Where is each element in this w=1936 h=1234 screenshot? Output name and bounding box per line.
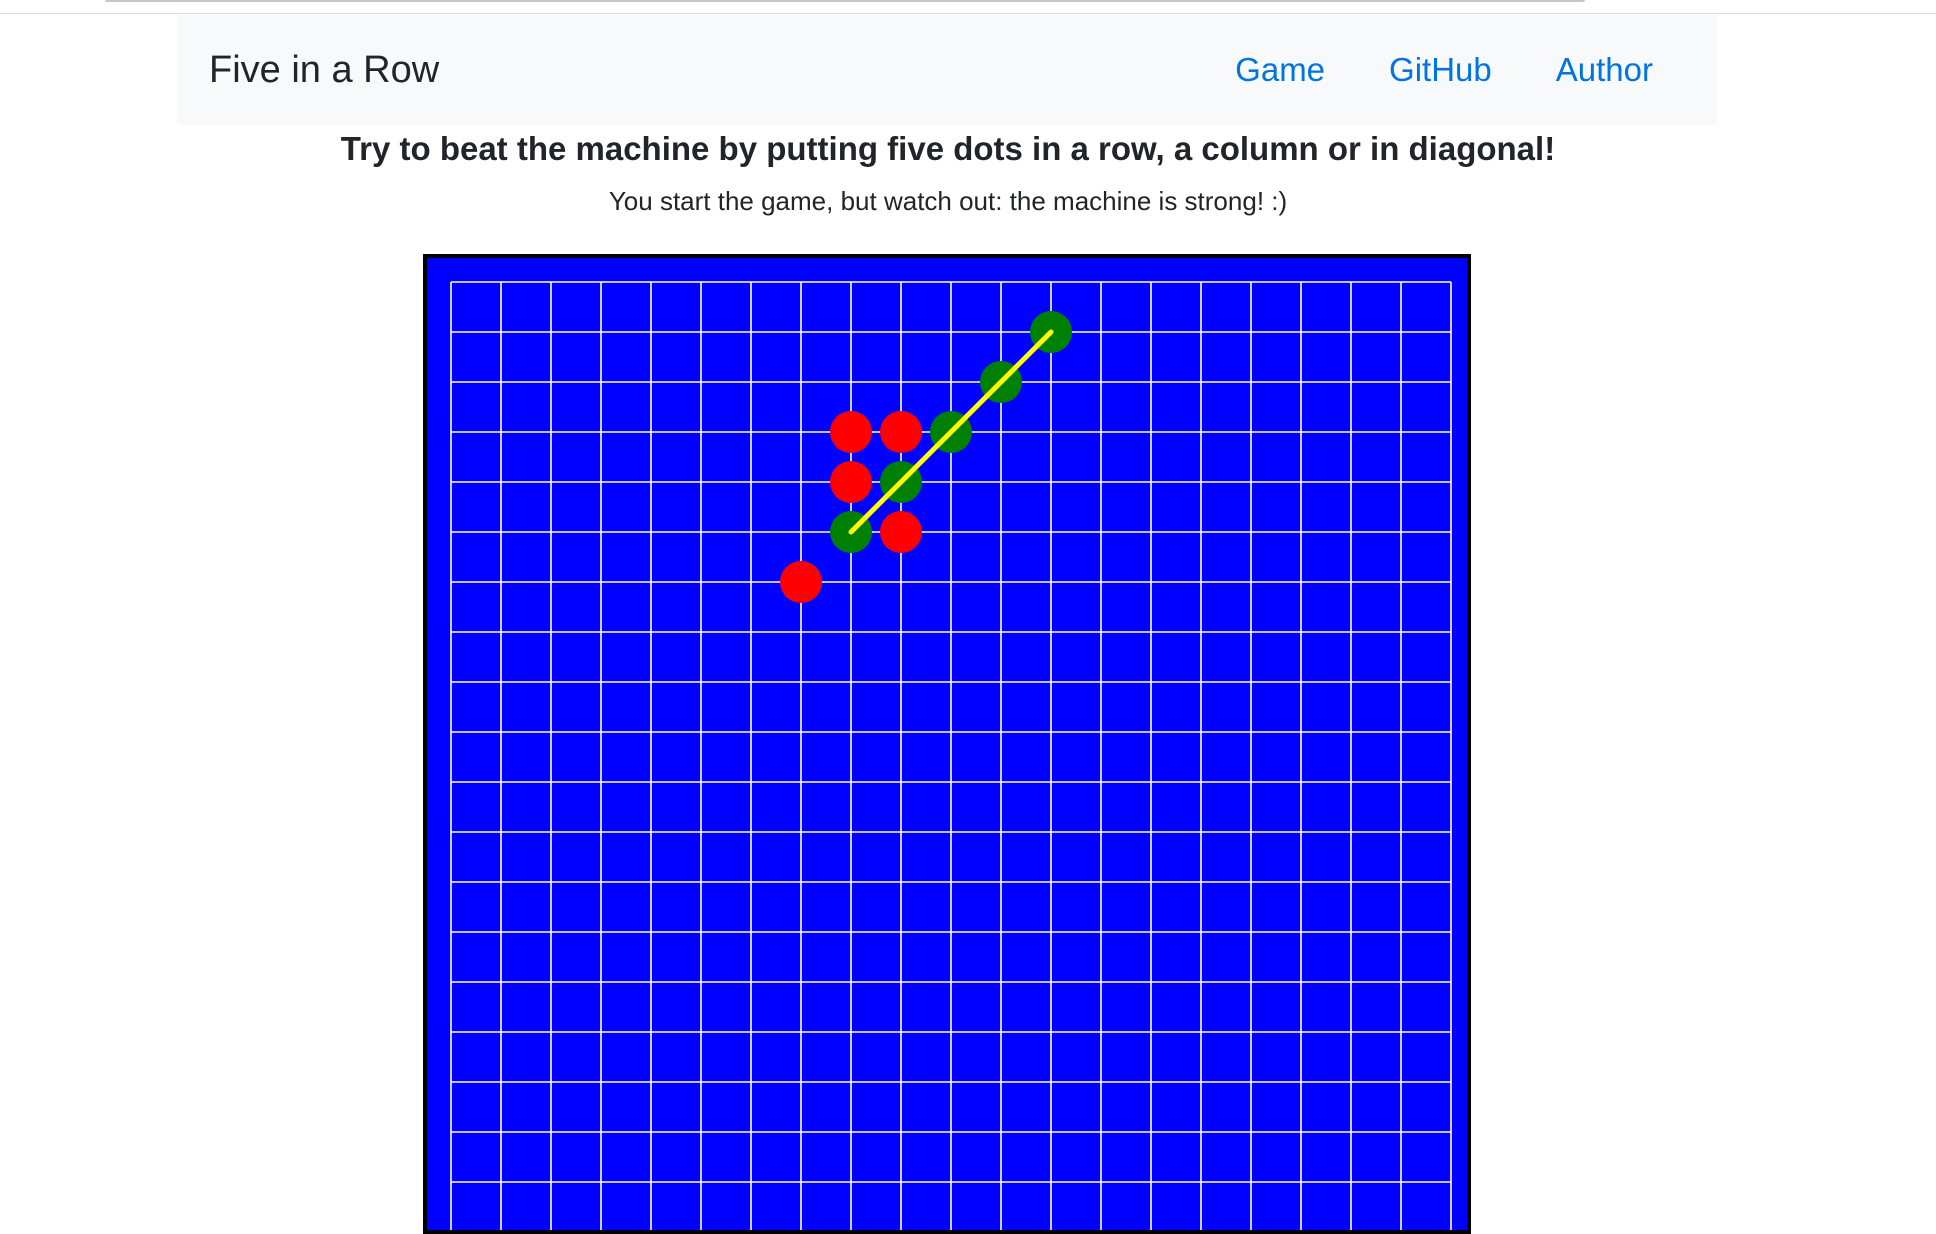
game-instructions-title: Try to beat the machine by putting five … <box>340 130 1556 167</box>
nav-link-github[interactable]: GitHub <box>1389 50 1492 90</box>
horizontal-scrollbar[interactable] <box>105 0 1585 2</box>
player-stone <box>880 411 922 453</box>
brand-title[interactable]: Five in a Row <box>209 48 439 94</box>
player-stone <box>830 411 872 453</box>
nav-links: Game GitHub Author <box>1235 15 1717 125</box>
board-canvas[interactable] <box>427 258 1467 1230</box>
player-stone <box>780 561 822 603</box>
game-instructions-subtitle: You start the game, but watch out: the m… <box>608 186 1288 216</box>
player-stone <box>880 511 922 553</box>
nav-link-game[interactable]: Game <box>1235 50 1325 90</box>
game-board[interactable] <box>423 254 1471 1234</box>
browser-top-strip <box>0 0 1936 14</box>
navbar: Five in a Row Game GitHub Author <box>177 15 1717 125</box>
nav-link-author[interactable]: Author <box>1556 50 1653 90</box>
player-stone <box>830 461 872 503</box>
